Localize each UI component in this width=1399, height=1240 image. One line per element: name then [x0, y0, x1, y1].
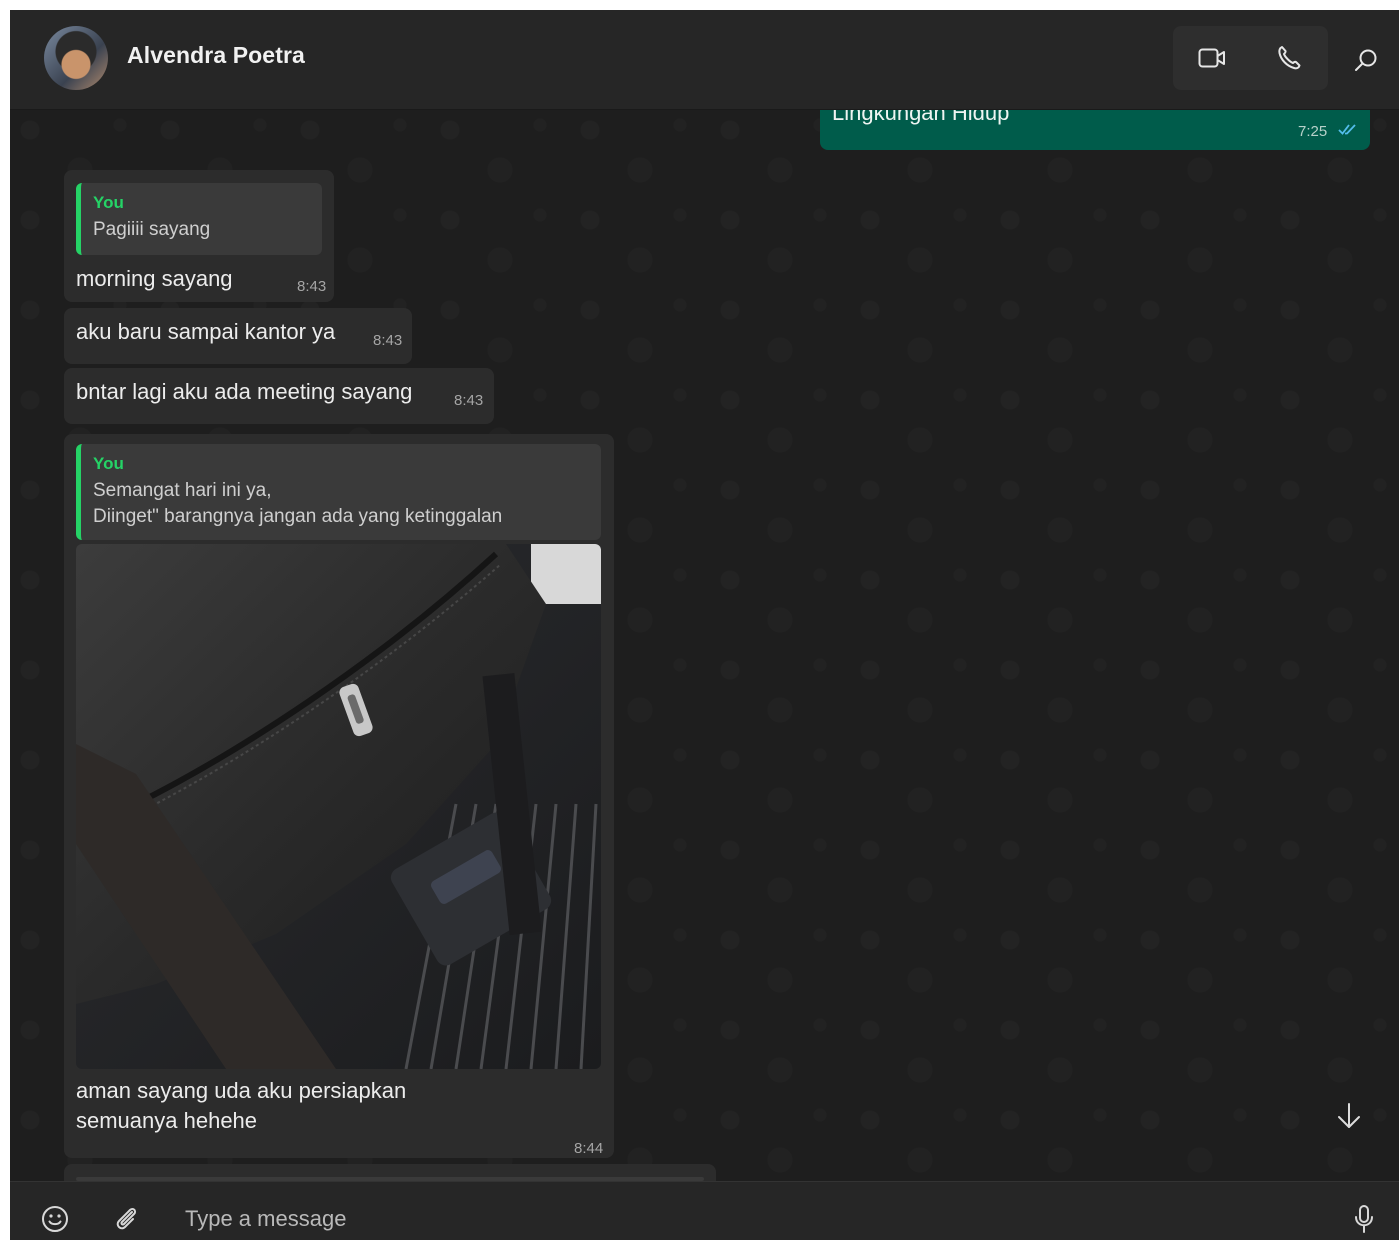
incoming-message[interactable]: aku baru sampai kantor ya 8:43 — [64, 308, 412, 364]
video-call-button[interactable] — [1173, 26, 1250, 90]
message-text: Lingkungan Hidup — [832, 110, 1010, 125]
scroll-to-bottom-button[interactable] — [1328, 1095, 1370, 1137]
quoted-message[interactable]: You Pagiiii sayang — [76, 183, 322, 255]
quote-text-line-2: Diinget" barangnya jangan ada yang ketin… — [93, 506, 503, 527]
message-time: 7:25 — [1298, 123, 1328, 140]
message-text: morning sayang — [76, 266, 233, 291]
message-time: 8:43 — [297, 278, 327, 295]
quoted-message[interactable]: You Semangat hari ini ya, Diinget" baran… — [76, 444, 601, 540]
message-time: 8:44 — [574, 1140, 604, 1157]
quote-author: You — [93, 193, 124, 212]
paperclip-icon[interactable] — [113, 1205, 141, 1233]
photo-bag-on-suitcase[interactable] — [76, 544, 601, 1069]
incoming-image-message[interactable]: You Semangat hari ini ya, Diinget" baran… — [64, 434, 614, 1158]
video-camera-icon — [1198, 48, 1225, 68]
photo-image — [76, 544, 601, 1069]
message-text: bntar lagi aku ada meeting sayang — [76, 379, 413, 404]
incoming-message[interactable]: bntar lagi aku ada meeting sayang 8:43 — [64, 368, 494, 424]
contact-name[interactable]: Alvendra Poetra — [127, 42, 305, 69]
chat-history[interactable]: Lingkungan Hidup 7:25 You Pagiiii sayang… — [10, 110, 1399, 1181]
microphone-icon[interactable] — [1353, 1204, 1375, 1234]
search-button[interactable] — [1346, 40, 1386, 80]
message-text: aku baru sampai kantor ya — [76, 319, 336, 344]
quote-author: You — [93, 454, 124, 473]
message-input[interactable] — [185, 1204, 1285, 1234]
incoming-message[interactable]: You Pagiiii sayang morning sayang 8:43 — [64, 170, 334, 302]
message-time: 8:43 — [373, 332, 403, 349]
caption-line-2: semuanya hehehe — [76, 1108, 258, 1133]
quote-text-line-1: Semangat hari ini ya, — [93, 480, 272, 501]
outgoing-message[interactable]: Lingkungan Hidup 7:25 — [820, 110, 1370, 150]
quote-text: Pagiiii sayang — [93, 219, 211, 240]
voice-call-button[interactable] — [1250, 26, 1327, 90]
message-composer — [10, 1181, 1399, 1240]
chat-window: Alvendra Poetra Lingkungan Hidup 7:25 Yo… — [10, 10, 1399, 1240]
avatar[interactable] — [44, 26, 108, 90]
emoji-icon[interactable] — [41, 1205, 69, 1233]
message-time: 8:43 — [454, 392, 484, 409]
arrow-down-icon — [1338, 1103, 1360, 1128]
search-icon — [1355, 49, 1377, 71]
incoming-message-partial[interactable] — [64, 1164, 716, 1181]
chat-header: Alvendra Poetra — [10, 10, 1399, 110]
double-check-icon — [1338, 124, 1356, 135]
caption-line-1: aman sayang uda aku persiapkan — [76, 1078, 407, 1103]
phone-icon — [1277, 46, 1300, 70]
call-button-group — [1173, 26, 1328, 90]
